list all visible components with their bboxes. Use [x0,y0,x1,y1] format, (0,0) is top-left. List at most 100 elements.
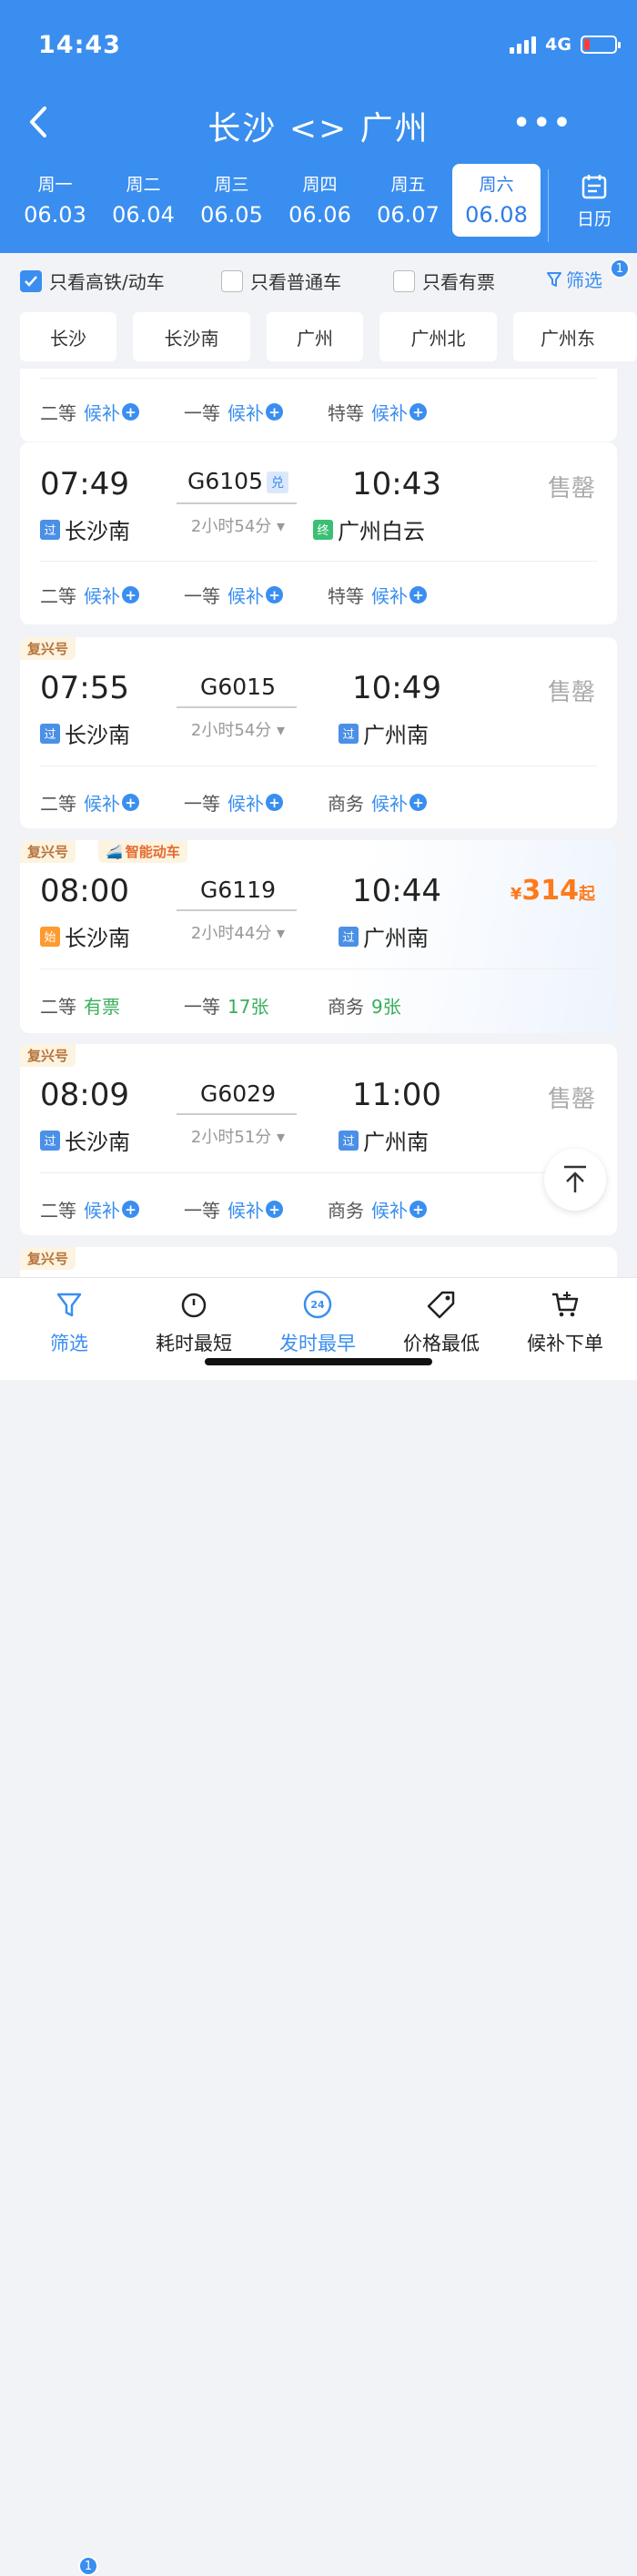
available-only-checkbox[interactable]: 只看有票 [393,268,495,294]
filter-button[interactable]: 筛选 [546,266,602,292]
plus-icon: + [266,794,283,811]
seat-option[interactable]: 二等 候补 + [40,789,139,816]
plus-icon: + [266,1201,283,1218]
station-chip[interactable]: 广州北 [379,312,497,361]
station-chip[interactable]: 广州东 [513,312,637,361]
seat-option[interactable]: 特等 候补 + [328,399,427,425]
seat-option[interactable]: 商务 候补 + [328,1196,427,1222]
tab-label: 价格最低 [403,1333,480,1354]
tab-cheapest[interactable]: 价格最低 [379,1287,503,1356]
plus-icon: + [122,794,139,811]
seat-option[interactable]: 二等 候补 + [40,399,139,425]
date-tab-fri[interactable]: 周五 06.07 [364,164,452,237]
filter-label: 筛选 [566,269,602,291]
train-card[interactable]: 07:49 G6105 兑 2小时54分 ▾ 10:43 过长沙南 终广州白云 售… [20,442,617,624]
train-icon: 🚄 [106,843,123,860]
departure-station: 过长沙南 [40,1124,130,1156]
seat-option[interactable]: 一等 17张 [184,992,268,1019]
station-chip[interactable]: 长沙南 [133,312,250,361]
funnel-icon [56,1293,82,1317]
train-card-partial[interactable]: 复兴号 [20,1247,617,1277]
plus-icon: + [122,1201,139,1218]
seat-option[interactable]: 商务 9张 [328,992,401,1019]
calendar-label: 日历 [576,209,612,229]
departure-station: 过长沙南 [40,717,130,749]
seat-option[interactable]: 一等 候补 + [184,399,283,425]
sold-out-label: 售罄 [547,1086,595,1113]
departure-time: 07:55 [40,670,129,706]
date-tab-mon[interactable]: 周一 06.03 [11,164,99,237]
duration-text: 2小时44分 [190,924,272,943]
arrival-time: 10:44 [352,873,441,909]
seat-class: 一等 [184,1200,220,1222]
seat-option[interactable]: 一等 候补 + [184,1196,283,1222]
route-line [177,706,297,708]
seat-option[interactable]: 二等 有票 [40,992,120,1019]
station-chip[interactable]: 长沙 [20,312,116,361]
train-card[interactable]: 复兴号 🚄 智能动车 08:00 G6119 2小时44分 ▾ 10:44 始长沙… [20,840,617,1033]
arrival-time: 10:43 [352,466,441,502]
duration[interactable]: 2小时54分 ▾ [177,513,299,537]
date-tab-sat-selected[interactable]: 周六 06.08 [452,164,541,237]
seat-status: 候补 [84,585,120,607]
tab-shortest[interactable]: 耗时最短 [132,1287,256,1356]
divider [40,561,597,562]
sold-out-label: 售罄 [547,475,595,502]
duration-text: 2小时54分 [190,721,272,740]
plus-icon: + [266,586,283,603]
station-chip[interactable]: 广州 [267,312,363,361]
seat-class: 商务 [328,793,364,815]
seat-option[interactable]: 商务 候补 + [328,789,427,816]
date-tab-tue[interactable]: 周二 06.04 [99,164,187,237]
seat-class: 二等 [40,402,76,424]
duration[interactable]: 2小时44分 ▾ [177,920,299,944]
train-card-partial[interactable]: 二等 候补 + 一等 候补 + 特等 候补 + [20,369,617,441]
date-weekday: 周一 [37,175,73,195]
station-name: 广州南 [363,926,429,951]
tab-earliest[interactable]: 24 发时最早 [256,1287,379,1356]
seat-class: 商务 [328,1200,364,1222]
price-currency: ¥ [510,885,522,904]
seat-status: 候补 [371,1200,408,1222]
seat-class: 一等 [184,793,220,815]
high-speed-only-checkbox[interactable]: 只看高铁/动车 [20,268,165,294]
normal-only-checkbox[interactable]: 只看普通车 [221,268,341,294]
seat-option[interactable]: 二等 候补 + [40,1196,139,1222]
seat-option[interactable]: 一等 候补 + [184,789,283,816]
redeem-badge: 兑 [267,472,288,493]
seat-class: 二等 [40,1200,76,1222]
seat-status: 17张 [228,996,269,1018]
seat-option[interactable]: 二等 候补 + [40,582,139,608]
calendar-button[interactable]: 日历 [562,173,626,230]
seat-status: 候补 [371,402,408,424]
terminal-icon: 终 [313,519,333,540]
date-selector: 周一 06.03 周二 06.04 周三 06.05 周四 06.06 周五 06.07 … [11,164,548,238]
seat-status: 候补 [84,402,120,424]
timer-icon [181,1293,207,1318]
checkbox-label: 只看有票 [422,271,495,293]
duration[interactable]: 2小时51分 ▾ [177,1124,299,1148]
tab-waitlist[interactable]: 候补下单 [503,1287,627,1356]
date-tab-wed[interactable]: 周三 06.05 [187,164,276,237]
plus-icon: + [122,403,139,421]
seat-option[interactable]: 特等 候补 + [328,582,427,608]
fuxing-tag: 复兴号 [20,840,76,863]
back-to-top-button[interactable] [544,1149,606,1211]
seat-class: 特等 [328,585,364,607]
pass-through-icon: 过 [339,926,359,947]
tab-filter[interactable]: 筛选 [7,1287,131,1356]
tab-label: 候补下单 [527,1333,603,1354]
seat-option[interactable]: 一等 候补 + [184,582,283,608]
duration-text: 2小时54分 [190,517,272,536]
date-tab-thu[interactable]: 周四 06.06 [276,164,364,237]
seat-status: 候补 [228,402,264,424]
checkbox-checked-icon [20,269,42,292]
train-card[interactable]: 复兴号 08:09 G6029 2小时51分 ▾ 11:00 过长沙南 过广州南… [20,1044,617,1235]
duration[interactable]: 2小时54分 ▾ [177,717,299,741]
seat-status: 有票 [84,996,120,1018]
seat-class: 二等 [40,585,76,607]
train-card[interactable]: 复兴号 07:55 G6015 2小时54分 ▾ 10:49 过长沙南 过广州南… [20,637,617,828]
date-value: 06.04 [112,202,175,228]
more-button[interactable]: ••• [512,107,573,139]
date-value: 06.03 [24,202,86,228]
